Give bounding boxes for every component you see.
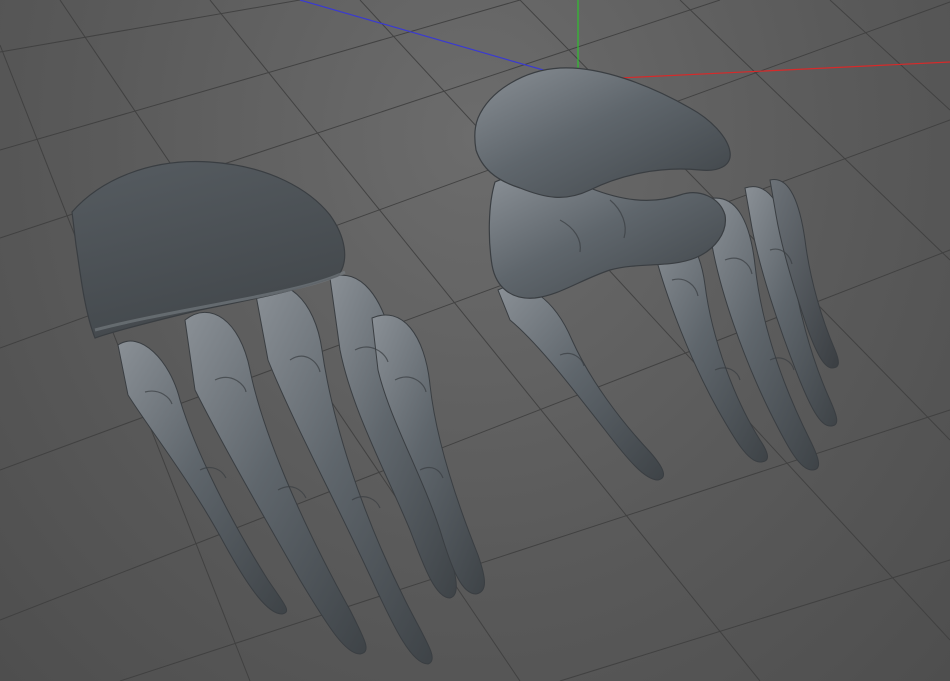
x-axis-line [577,61,950,81]
right-skeletal-hand[interactable] [474,67,839,481]
left-skeletal-hand[interactable] [71,160,485,665]
3d-viewport[interactable] [0,0,950,681]
viewport-canvas[interactable] [0,0,950,681]
right-hand-thumb [497,285,665,481]
right-hand-wrist [474,67,731,198]
z-axis-line [299,0,579,81]
